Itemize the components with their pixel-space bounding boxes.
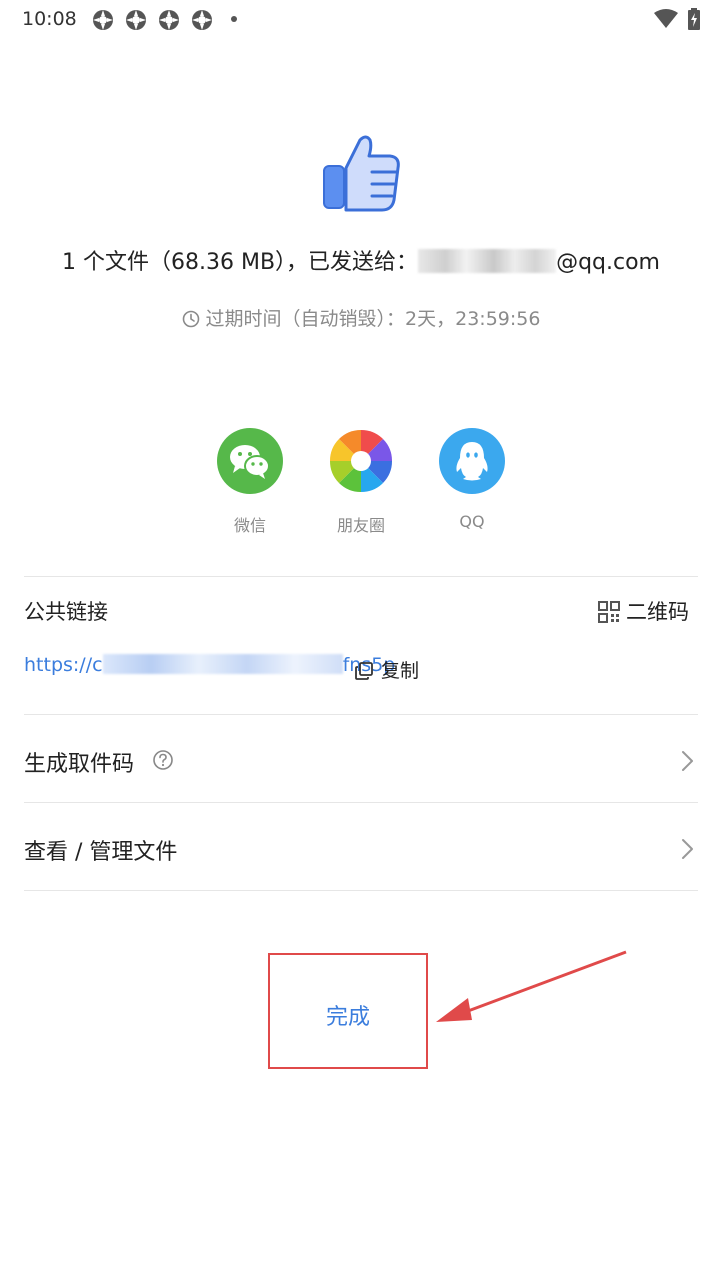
more-notifications-dot [231,16,237,22]
sent-prefix: 1 个文件（68.36 MB），已发送给： [62,250,419,275]
share-moments[interactable]: 朋友圈 [326,428,396,536]
annotation-arrow-icon [436,950,627,1022]
copy-label: 复制 [381,660,420,682]
clock-icon [182,310,199,328]
notification-icon [159,10,179,30]
share-wechat[interactable]: 微信 [215,428,285,536]
url-prefix: https://c [24,654,103,676]
wifi-icon [654,9,678,28]
notification-icon [126,10,146,30]
share-qq[interactable]: QQ [437,428,507,531]
notification-icon [192,10,212,30]
share-label: QQ [459,512,485,531]
qr-code-label: 二维码 [626,600,689,624]
divider [24,576,698,577]
battery-icon [688,8,700,30]
qr-code-button[interactable]: 二维码 [598,596,689,626]
expire-info: 过期时间（自动销毁）：2天，23:59:56 [0,304,722,331]
chevron-right-icon [682,751,693,771]
help-icon[interactable] [152,749,174,771]
status-bar: 10:08 [0,0,722,40]
divider [24,714,698,715]
divider [24,890,698,891]
copy-icon [355,662,373,680]
share-label: 微信 [233,516,266,535]
notification-icon [93,10,113,30]
wechat-icon [217,428,283,494]
public-link-url[interactable]: https://c fns5p [24,654,395,676]
recipient-domain: @qq.com [556,250,660,275]
status-time: 10:08 [22,8,77,30]
moments-icon [328,428,394,494]
manage-files-label: 查看 / 管理文件 [24,840,178,865]
copy-link-button[interactable]: 复制 [355,656,419,683]
sent-summary: 1 个文件（68.36 MB），已发送给： @qq.com [0,244,722,276]
divider [24,802,698,803]
qr-code-icon [598,601,620,623]
redacted-recipient [418,249,557,273]
pickup-code-label: 生成取件码 [24,752,135,777]
chevron-right-icon [682,839,693,859]
qq-icon [439,428,505,494]
done-button[interactable]: 完成 [268,953,428,1069]
public-link-title: 公共链接 [24,600,108,624]
share-label: 朋友圈 [336,516,385,535]
done-label: 完成 [325,1005,370,1030]
expire-text: 过期时间（自动销毁）：2天，23:59:56 [205,308,541,330]
redacted-url [102,654,343,674]
thumbs-up-icon [323,135,400,212]
